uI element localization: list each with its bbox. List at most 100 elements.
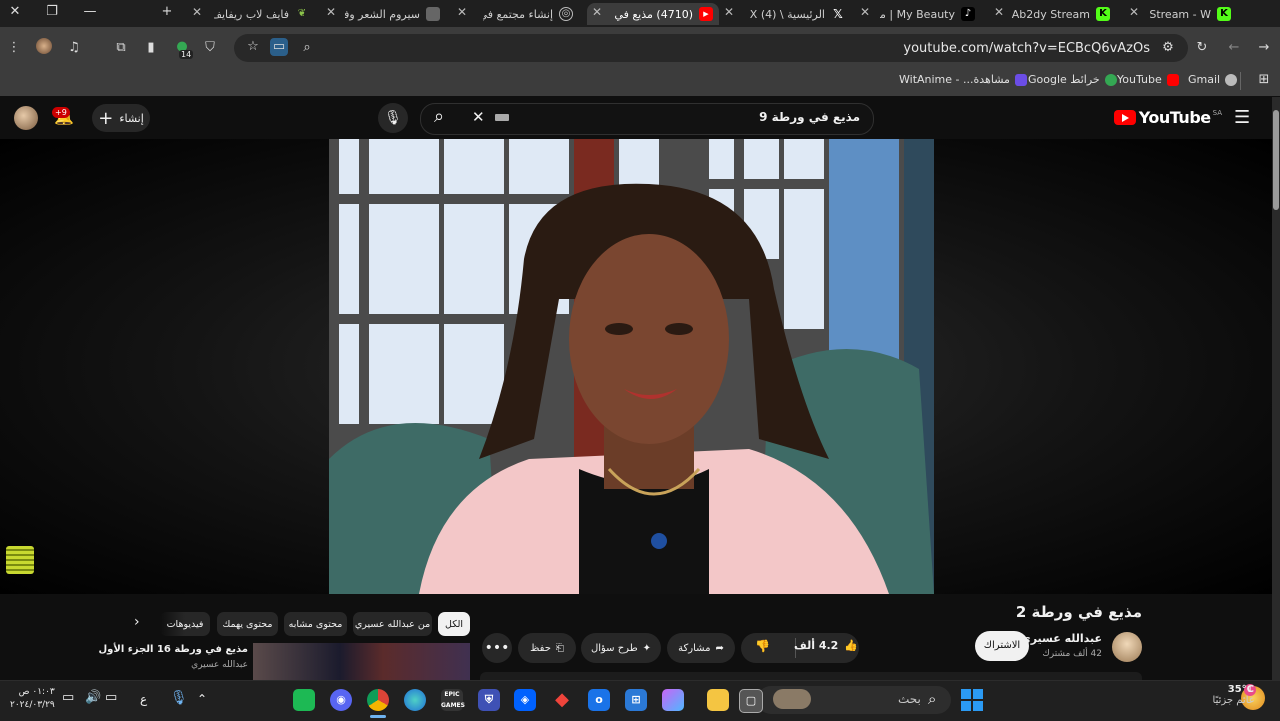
hamburger-menu-icon[interactable]: ☰	[1234, 107, 1250, 128]
bookmark-youtube[interactable]: YouTube	[1117, 73, 1179, 86]
site-settings-icon[interactable]: ⚙	[1158, 40, 1178, 55]
voice-search-icon[interactable]: 🎙	[378, 103, 408, 133]
edge-icon[interactable]	[404, 689, 426, 711]
chip-for-you[interactable]: محتوى يهمك	[217, 612, 278, 636]
tab-nxv7[interactable]: K Nxv7 Stream - W	[1145, 3, 1231, 25]
like-button[interactable]: 👍 4.2 ألف	[794, 639, 858, 652]
close-tab-icon[interactable]: ✕	[858, 5, 872, 19]
apps-grid-icon[interactable]: ⊞	[1254, 72, 1274, 87]
search-query[interactable]: مذيع في ورطة 9	[759, 110, 860, 124]
media-controls-icon[interactable]: ♫	[64, 40, 84, 55]
subscribe-button[interactable]: الاشتراك	[975, 631, 1029, 661]
url-text[interactable]: youtube.com/watch?v=ECBcQ6vAzOs	[903, 41, 1150, 56]
close-tab-icon[interactable]: ✕	[1127, 5, 1141, 19]
discord-icon[interactable]: ◉	[330, 689, 352, 711]
reload-icon[interactable]: ↻	[1192, 40, 1212, 55]
description-box[interactable]	[480, 672, 1142, 680]
close-tab-icon[interactable]: ✕	[722, 5, 736, 19]
youtube-logo[interactable]: YouTube SA	[1113, 108, 1222, 127]
recommended-thumbnail[interactable]	[253, 643, 470, 680]
menu-kebab-icon[interactable]: ⋮	[4, 40, 24, 55]
more-actions-button[interactable]: •••	[482, 633, 512, 663]
save-button[interactable]: ⎗ حفظ	[518, 633, 576, 663]
tab-community[interactable]: ◎ إنشاء مجتمع في	[483, 3, 573, 25]
language-indicator[interactable]: ع	[140, 692, 147, 706]
chevron-up-icon[interactable]: ⌃	[197, 692, 207, 706]
bookmark-gmail[interactable]: Gmail	[1188, 73, 1238, 86]
tab-x-home[interactable]: 𝕏 الرئيسية \ X (4)	[745, 3, 845, 25]
weather-widget[interactable]: 35°C غائم جزئيًا	[1213, 684, 1254, 706]
share-button[interactable]: ➦ مشاركة	[667, 633, 735, 663]
create-button[interactable]: + إنشاء	[92, 104, 150, 132]
file-explorer-icon[interactable]	[707, 689, 729, 711]
subscriber-count: 42 ألف مشترك	[1042, 649, 1102, 659]
close-window-icon[interactable]: ✕	[5, 4, 25, 19]
tiktok-icon: ♪	[961, 7, 975, 21]
chip-videos[interactable]: فيديوهات	[160, 612, 210, 636]
tab-ab2dy[interactable]: K Ab2dy Stream -	[1010, 3, 1110, 25]
chip-all[interactable]: الكل	[438, 612, 470, 636]
new-tab-button[interactable]: +	[157, 4, 177, 19]
save-label: حفظ	[530, 642, 551, 654]
ask-button[interactable]: ✦ طرح سؤال	[581, 633, 661, 663]
tab-five-lab[interactable]: ❦ فايف لاب ريفايف	[214, 3, 309, 25]
game-icon[interactable]	[293, 689, 315, 711]
profile-avatar-icon[interactable]	[36, 38, 52, 54]
extensions-puzzle-icon[interactable]: ⧉	[111, 40, 131, 55]
tab-youtube-active[interactable]: ▶ (4710) مذيع في	[587, 3, 719, 25]
flag-extension-icon[interactable]: ▮	[141, 40, 161, 55]
anydesk-icon[interactable]: ◆	[551, 689, 573, 711]
back-icon[interactable]: →	[1254, 40, 1274, 55]
witanime-icon	[1014, 73, 1027, 86]
vpn-icon[interactable]: ⛨	[478, 689, 500, 711]
bookmark-witanime[interactable]: مشاهدة... - WitAnime	[899, 73, 1027, 86]
dislike-button[interactable]: 👎	[755, 639, 770, 653]
forward-icon[interactable]: ←	[1224, 40, 1244, 55]
tab-label: إنشاء مجتمع في	[483, 7, 553, 21]
chip-from-channel[interactable]: من عبدالله عسيري	[353, 612, 432, 636]
cast-icon[interactable]: ▭	[270, 38, 288, 56]
chrome-icon[interactable]	[367, 689, 389, 711]
close-tab-icon[interactable]: ✕	[455, 5, 469, 19]
bookmark-google-maps[interactable]: خرائط Google	[1028, 73, 1117, 86]
taskbar-search-placeholder: بحث	[898, 692, 921, 706]
channel-avatar[interactable]	[1112, 632, 1142, 662]
close-tab-icon[interactable]: ✕	[590, 5, 604, 19]
globe-icon: ◎	[559, 7, 573, 21]
outlook-icon[interactable]: o	[588, 689, 610, 711]
display-icon[interactable]: ▭	[105, 690, 117, 705]
search-icon[interactable]: ⌕	[434, 106, 444, 127]
close-tab-icon[interactable]: ✕	[190, 5, 204, 19]
task-view-icon[interactable]: ▢	[739, 689, 763, 713]
clear-search-icon[interactable]: ✕	[472, 108, 485, 126]
dropbox-icon[interactable]: ◈	[514, 689, 536, 711]
bookmark-star-icon[interactable]: ☆	[243, 39, 263, 54]
volume-icon[interactable]: 🔊	[85, 690, 101, 705]
windows-start-icon[interactable]	[961, 689, 983, 711]
lens-icon[interactable]: ⌕	[297, 40, 317, 55]
recommended-title[interactable]: مذيع في ورطة 16 الجزء الأول	[99, 644, 249, 655]
restore-window-icon[interactable]: ❐	[42, 4, 62, 19]
channel-name[interactable]: عبدالله عسيري	[1021, 632, 1102, 645]
taskbar-clock[interactable]: ٠١:٠٣ ص ٢٠٢٤/٠٣/٢٩	[10, 686, 55, 712]
account-avatar[interactable]	[14, 106, 38, 130]
copilot-icon[interactable]	[662, 689, 684, 711]
minimize-window-icon[interactable]: —	[80, 4, 100, 19]
battery-icon[interactable]: ▭	[62, 690, 74, 705]
chevron-next-icon[interactable]: ›	[134, 614, 140, 630]
tab-my-beauty[interactable]: ♪ My Beauty | ماي	[880, 3, 975, 25]
video-still	[329, 139, 934, 594]
video-frame[interactable]	[329, 139, 934, 594]
close-tab-icon[interactable]: ✕	[992, 5, 1006, 19]
microphone-icon[interactable]: 🎙	[170, 690, 188, 706]
scrollbar-thumb[interactable]	[1273, 110, 1279, 210]
store-icon[interactable]: ⊞	[625, 689, 647, 711]
shield-icon[interactable]: ⛉	[200, 40, 220, 55]
epic-games-icon[interactable]: EPIC GAMES	[441, 689, 465, 711]
chip-related[interactable]: محتوى مشابه	[284, 612, 347, 636]
active-app-indicator	[370, 715, 386, 718]
close-tab-icon[interactable]: ✕	[324, 5, 338, 19]
recommended-channel[interactable]: عبدالله عسيري	[191, 660, 248, 670]
keyboard-icon[interactable]	[495, 114, 509, 121]
tab-hair-serum[interactable]: سيروم الشعر وفر	[345, 3, 440, 25]
